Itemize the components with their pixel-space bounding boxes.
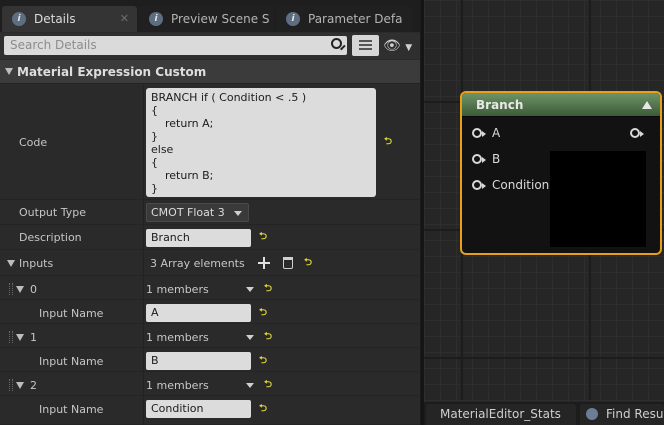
tab-parameter-defaults[interactable]: i Parameter Defa bbox=[276, 6, 412, 32]
members-count: 1 members bbox=[146, 379, 209, 392]
inputs-count: 3 Array elements bbox=[150, 257, 245, 270]
code-textbox[interactable]: BRANCH if ( Condition < .5 ) { return A;… bbox=[146, 88, 376, 197]
collapse-arrow-icon[interactable] bbox=[16, 286, 24, 293]
add-element-icon[interactable] bbox=[258, 257, 270, 269]
tab-label: Preview Scene S bbox=[171, 12, 270, 26]
search-icon bbox=[331, 38, 342, 49]
reset-to-default-icon[interactable]: ⮌ bbox=[259, 308, 269, 318]
input-item-row bbox=[0, 324, 420, 348]
chevron-down-icon[interactable] bbox=[246, 287, 254, 292]
code-line: return A; bbox=[151, 117, 214, 130]
input-name-label: Input Name bbox=[39, 355, 104, 368]
tab-material-editor-stats[interactable]: MaterialEditor_Stats bbox=[426, 404, 576, 425]
close-icon[interactable]: ✕ bbox=[120, 6, 129, 32]
drag-handle-icon[interactable] bbox=[9, 379, 13, 391]
eye-icon: 👁 bbox=[383, 38, 401, 54]
code-line: return B; bbox=[151, 169, 214, 182]
chevron-down-icon: ▼ bbox=[405, 43, 413, 53]
node-title: Branch bbox=[476, 98, 524, 112]
code-line: } bbox=[151, 130, 158, 143]
reset-to-default-icon[interactable]: ⮌ bbox=[259, 404, 269, 414]
search-icon bbox=[586, 408, 598, 420]
info-icon: i bbox=[286, 12, 300, 26]
reset-to-default-icon[interactable]: ⮌ bbox=[264, 284, 274, 294]
code-line: BRANCH if ( Condition < .5 ) bbox=[151, 91, 307, 104]
node-preview bbox=[550, 151, 646, 247]
list-icon bbox=[359, 40, 372, 42]
input-pin-b[interactable] bbox=[472, 154, 486, 164]
trash-icon[interactable] bbox=[283, 257, 293, 269]
input-name-label: Input Name bbox=[39, 403, 104, 416]
code-line: else bbox=[151, 143, 174, 156]
pin-label: A bbox=[492, 126, 501, 140]
tab-label: Parameter Defa bbox=[308, 12, 403, 26]
input-index: 1 bbox=[30, 331, 37, 344]
input-index: 0 bbox=[30, 283, 37, 296]
search-placeholder: Search Details bbox=[10, 38, 97, 52]
description-field[interactable]: Branch bbox=[146, 229, 251, 247]
inputs-label: Inputs bbox=[19, 257, 54, 270]
info-icon: i bbox=[12, 12, 26, 26]
tab-label: Details bbox=[34, 12, 76, 26]
reset-to-default-icon[interactable]: ⮌ bbox=[259, 232, 269, 242]
category-header[interactable]: Material Expression Custom bbox=[0, 60, 420, 84]
search-row: Search Details 👁 ▼ bbox=[0, 33, 420, 59]
info-icon: i bbox=[149, 12, 163, 26]
details-panel: i Details ✕ i Preview Scene S i Paramete… bbox=[0, 0, 420, 425]
tab-bar: i Details ✕ i Preview Scene S i Paramete… bbox=[0, 0, 420, 32]
members-count: 1 members bbox=[146, 331, 209, 344]
reset-to-default-icon[interactable]: ⮌ bbox=[304, 258, 314, 268]
drag-handle-icon[interactable] bbox=[9, 331, 13, 343]
drag-handle-icon[interactable] bbox=[9, 283, 13, 295]
output-type-dropdown[interactable]: CMOT Float 3 bbox=[146, 203, 249, 222]
node-header[interactable]: Branch bbox=[462, 93, 660, 117]
tab-label: Find Resul bbox=[606, 407, 664, 421]
pin-label: B bbox=[492, 152, 501, 166]
collapse-arrow-icon[interactable] bbox=[642, 101, 652, 109]
input-name-field[interactable]: A bbox=[146, 304, 251, 322]
chevron-down-icon[interactable] bbox=[246, 335, 254, 340]
code-line: { bbox=[151, 156, 158, 169]
tab-label: MaterialEditor_Stats bbox=[440, 407, 561, 421]
collapse-arrow-icon bbox=[5, 68, 13, 75]
tab-preview-scene[interactable]: i Preview Scene S bbox=[139, 6, 274, 32]
code-line: } bbox=[151, 182, 158, 195]
view-options-button[interactable]: 👁 ▼ bbox=[383, 37, 415, 55]
bottom-tab-bar: MaterialEditor_Stats Find Resul bbox=[424, 402, 664, 425]
code-line: { bbox=[151, 104, 158, 117]
reset-to-default-icon[interactable]: ⮌ bbox=[264, 380, 274, 390]
input-pin-condition[interactable] bbox=[472, 180, 486, 190]
search-input[interactable]: Search Details bbox=[4, 36, 347, 55]
collapse-arrow-icon[interactable] bbox=[7, 260, 15, 267]
code-label: Code bbox=[19, 136, 48, 149]
input-name-label: Input Name bbox=[39, 307, 104, 320]
input-name-field[interactable]: B bbox=[146, 352, 251, 370]
chevron-down-icon[interactable] bbox=[246, 383, 254, 388]
collapse-arrow-icon[interactable] bbox=[16, 382, 24, 389]
tab-find-results[interactable]: Find Resul bbox=[580, 404, 664, 425]
input-item-row bbox=[0, 372, 420, 396]
input-item-row bbox=[0, 276, 420, 300]
category-title: Material Expression Custom bbox=[17, 65, 207, 79]
output-type-label: Output Type bbox=[19, 206, 86, 219]
column-divider[interactable] bbox=[143, 85, 144, 425]
input-index: 2 bbox=[30, 379, 37, 392]
members-count: 1 members bbox=[146, 283, 209, 296]
collapse-arrow-icon[interactable] bbox=[16, 334, 24, 341]
output-type-value: CMOT Float 3 bbox=[151, 206, 225, 219]
branch-node[interactable]: Branch A B Condition bbox=[460, 91, 662, 255]
output-pin[interactable] bbox=[630, 128, 644, 138]
reset-to-default-icon[interactable]: ⮌ bbox=[264, 332, 274, 342]
property-matrix-button[interactable] bbox=[352, 35, 379, 56]
tab-details[interactable]: i Details ✕ bbox=[2, 6, 137, 32]
reset-to-default-icon[interactable]: ⮌ bbox=[259, 356, 269, 366]
description-label: Description bbox=[19, 231, 82, 244]
input-pin-a[interactable] bbox=[472, 128, 486, 138]
reset-to-default-icon[interactable]: ⮌ bbox=[384, 137, 394, 147]
chevron-down-icon bbox=[234, 211, 242, 216]
pin-label: Condition bbox=[492, 178, 550, 192]
input-name-field[interactable]: Condition bbox=[146, 400, 251, 418]
